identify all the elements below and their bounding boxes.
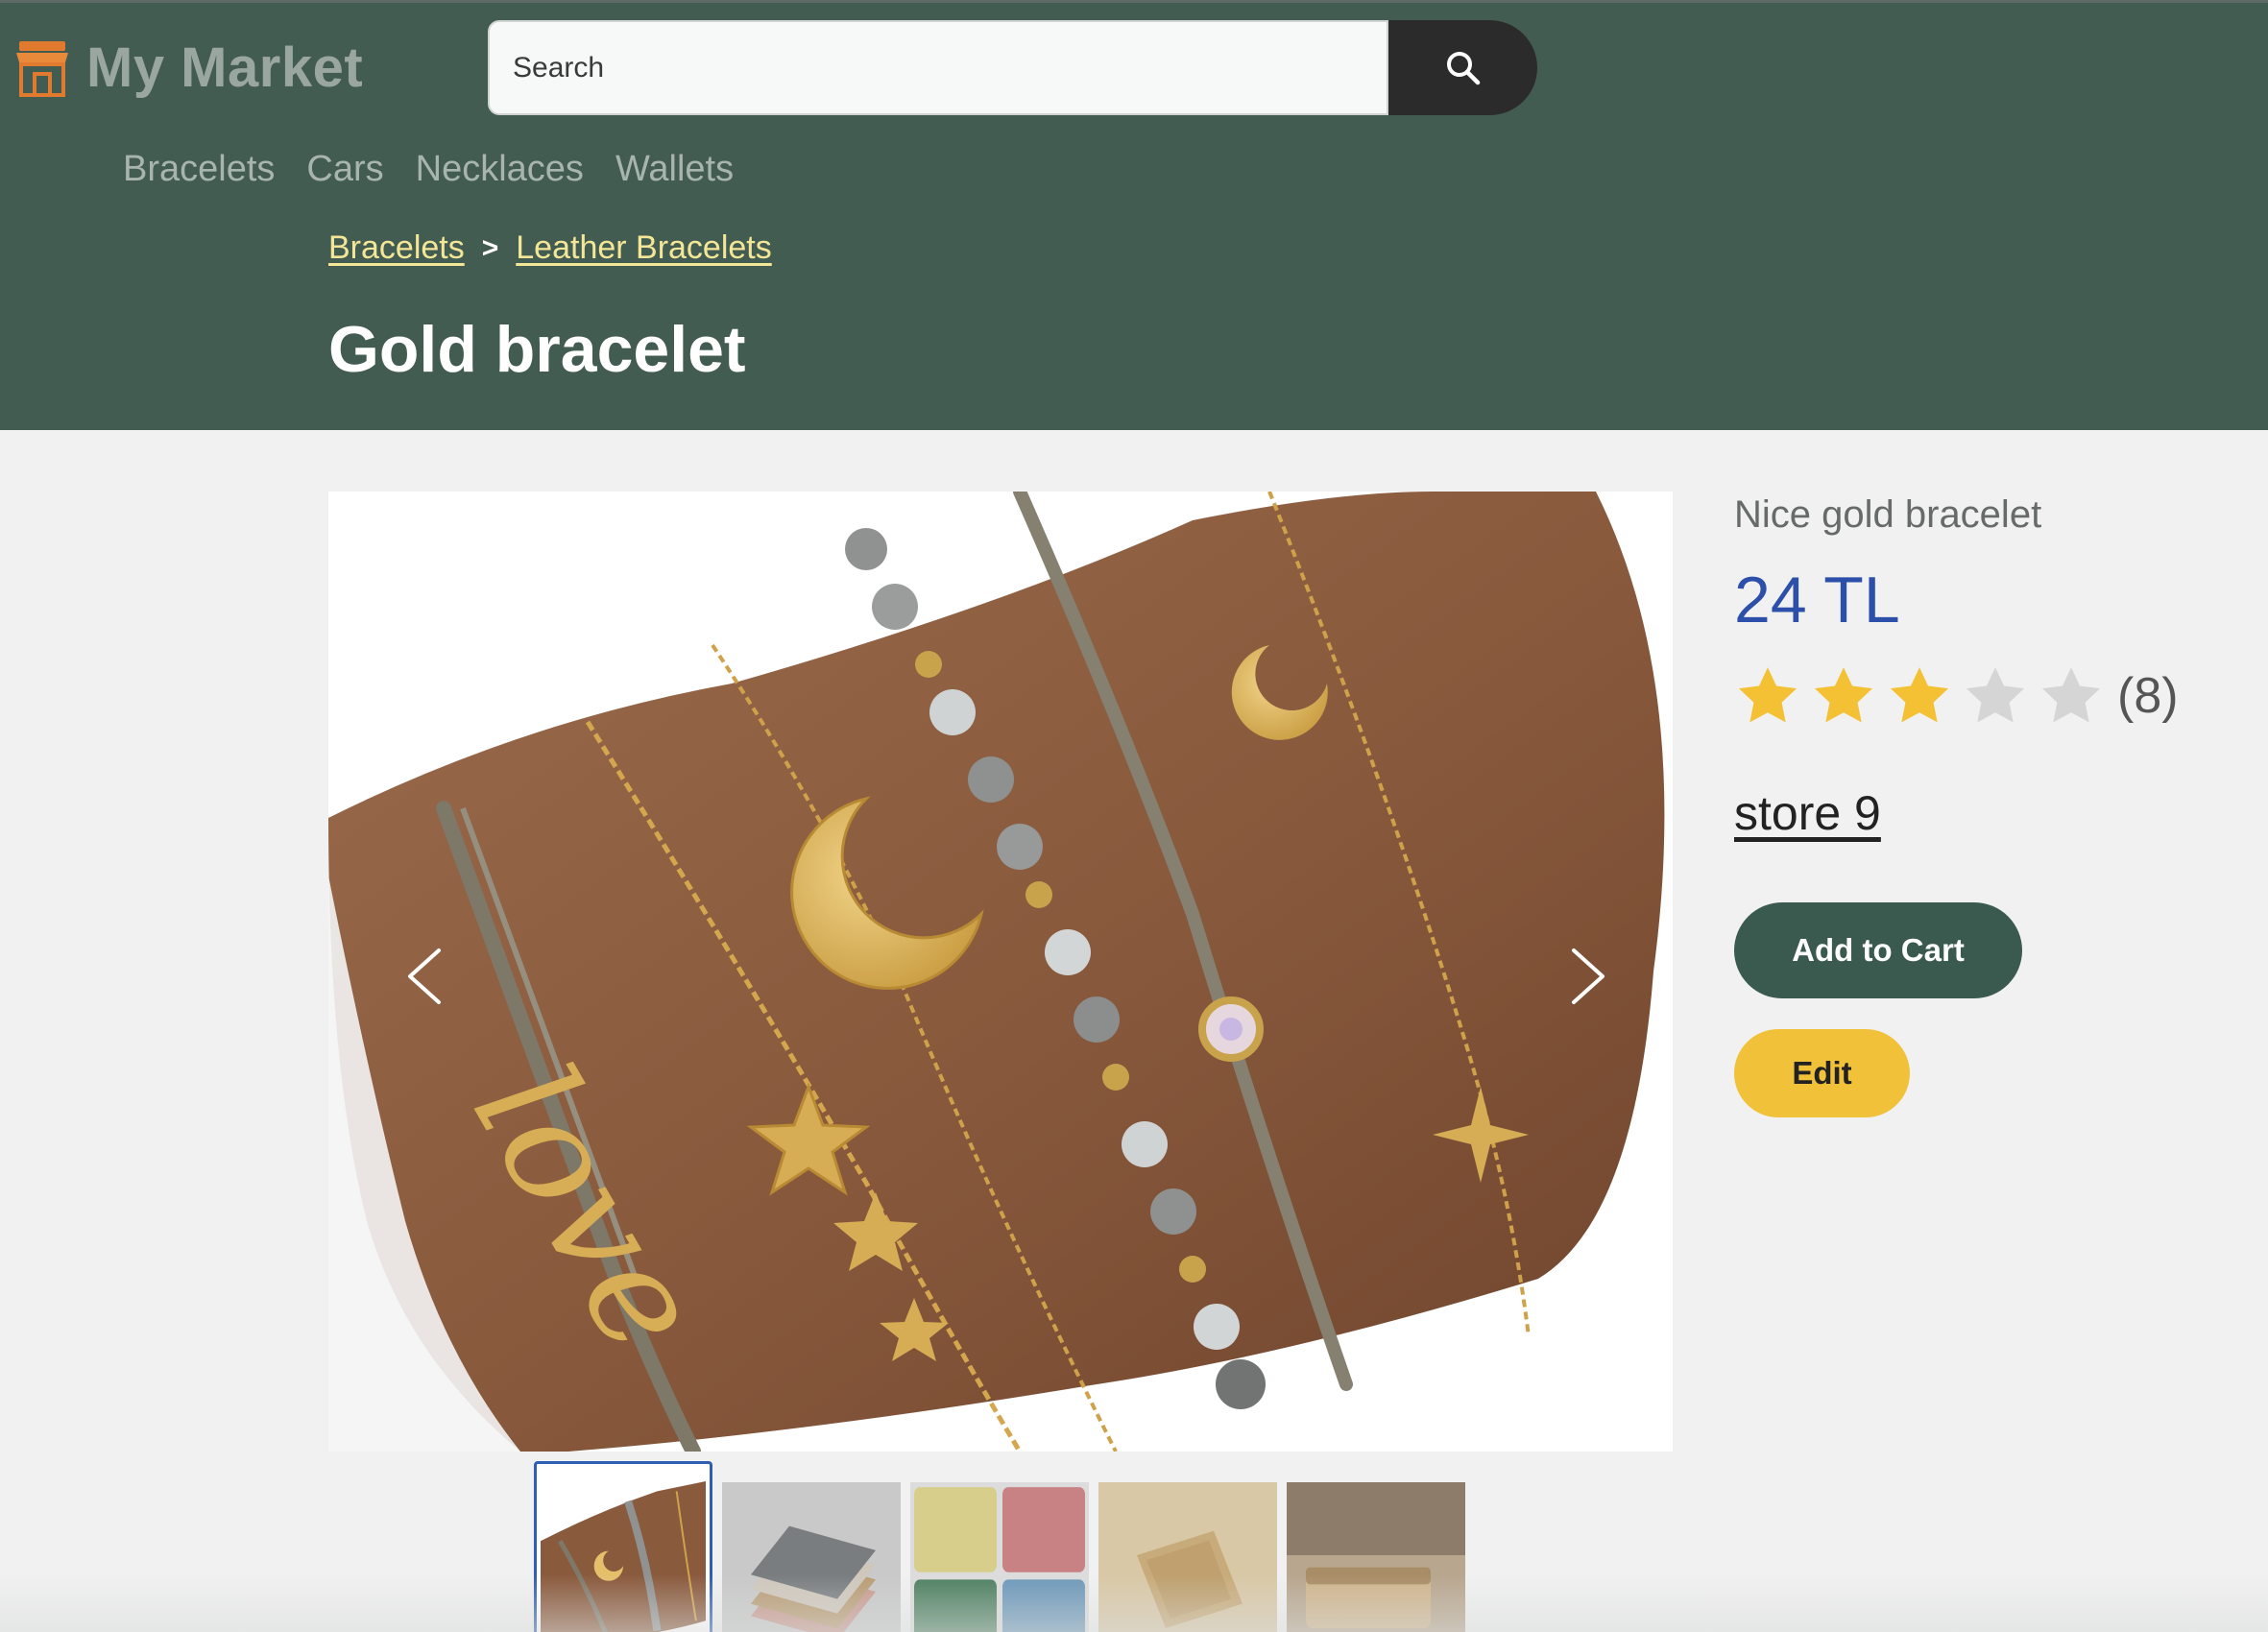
page-title: Gold bracelet — [328, 313, 746, 386]
thumbnail-wallet-on-table[interactable] — [1287, 1482, 1465, 1632]
nav-item-wallets[interactable]: Wallets — [615, 149, 734, 190]
star-icon — [1814, 667, 1873, 723]
thumbnail-stacked-wallets[interactable] — [722, 1482, 901, 1632]
thumbnail-bracelets[interactable] — [534, 1461, 712, 1632]
thumbnail-image — [541, 1481, 706, 1632]
star-icon — [1890, 667, 1949, 723]
carousel-next-arrow-icon[interactable] — [1559, 943, 1617, 1010]
nav-item-bracelets[interactable]: Bracelets — [123, 149, 275, 190]
thumbnail-image — [910, 1482, 1089, 1632]
store-link[interactable]: store 9 — [1734, 785, 1881, 841]
search-button[interactable] — [1388, 20, 1537, 115]
star-icon — [2041, 667, 2101, 723]
thumbnail-strip — [534, 1461, 1465, 1632]
breadcrumb-link-bracelets[interactable]: Bracelets — [328, 229, 465, 267]
breadcrumb-link-leather-bracelets[interactable]: Leather Bracelets — [516, 229, 772, 267]
breadcrumb: Bracelets > Leather Bracelets — [328, 229, 772, 267]
search-input[interactable] — [488, 20, 1388, 115]
edit-button[interactable]: Edit — [1734, 1029, 1910, 1117]
product-main-image: love — [328, 492, 1673, 1452]
product-subtitle: Nice gold bracelet — [1734, 493, 2042, 536]
search-icon — [1446, 51, 1480, 84]
thumbnail-image — [722, 1482, 901, 1632]
thumbnail-image — [1287, 1482, 1465, 1632]
breadcrumb-separator: > — [481, 231, 499, 264]
review-count[interactable]: (8) — [2117, 667, 2179, 725]
nav-item-necklaces[interactable]: Necklaces — [416, 149, 584, 190]
brand-name: My Market — [86, 36, 364, 99]
star-icon — [1738, 667, 1798, 723]
nav-item-cars[interactable]: Cars — [306, 149, 383, 190]
product-price: 24 TL — [1734, 564, 1900, 636]
add-to-cart-button[interactable]: Add to Cart — [1734, 902, 2022, 998]
product-rating: (8) — [1734, 662, 2179, 730]
category-nav: Bracelets Cars Necklaces Wallets — [123, 149, 734, 190]
star-icon — [1966, 667, 2025, 723]
product-image-carousel: love — [328, 492, 1673, 1452]
site-header: My Market Bracelets Cars Necklaces Walle… — [0, 0, 2268, 430]
thumbnail-image — [1098, 1482, 1277, 1632]
carousel-prev-arrow-icon[interactable] — [396, 943, 453, 1010]
storefront-icon — [16, 40, 68, 97]
logo[interactable]: My Market — [13, 36, 363, 100]
thumbnail-card-holders[interactable] — [910, 1482, 1089, 1632]
thumbnail-leather-wallet[interactable] — [1098, 1482, 1277, 1632]
